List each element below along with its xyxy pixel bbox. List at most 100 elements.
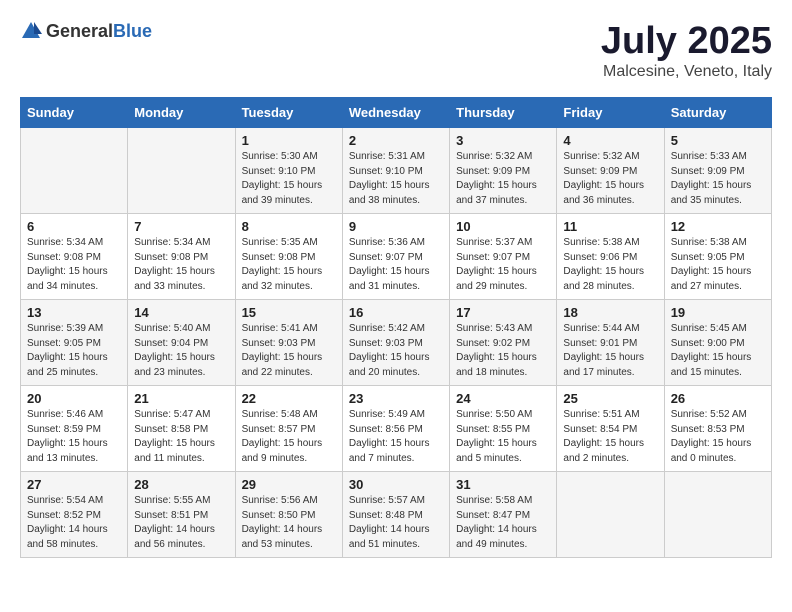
calendar-cell: 29 Sunrise: 5:56 AM Sunset: 8:50 PM Dayli… bbox=[235, 472, 342, 558]
day-detail: Sunrise: 5:35 AM Sunset: 9:08 PM Dayligh… bbox=[242, 236, 336, 294]
logo-text-general: General bbox=[46, 21, 113, 41]
calendar-cell: 11Sunrise: 5:38 AM Sunset: 9:06 PM Dayli… bbox=[557, 214, 664, 300]
day-detail: Sunrise: 5:30 AM Sunset: 9:10 PM Dayligh… bbox=[242, 150, 336, 208]
day-number: 16 bbox=[349, 305, 443, 320]
day-number: 7 bbox=[134, 219, 228, 234]
calendar-cell: 13 Sunrise: 5:39 AM Sunset: 9:05 PM Dayli… bbox=[21, 300, 128, 386]
day-number: 31 bbox=[456, 477, 550, 492]
day-detail: Sunrise: 5:31 AM Sunset: 9:10 PM Dayligh… bbox=[349, 150, 443, 208]
day-number: 18 bbox=[563, 305, 657, 320]
day-number: 21 bbox=[134, 391, 228, 406]
day-number: 27 bbox=[27, 477, 121, 492]
day-number: 28 bbox=[134, 477, 228, 492]
calendar-subtitle: Malcesine, Veneto, Italy bbox=[601, 63, 772, 81]
calendar-cell: 7 Sunrise: 5:34 AM Sunset: 9:08 PM Daylig… bbox=[128, 214, 235, 300]
calendar-cell: 27 Sunrise: 5:54 AM Sunset: 8:52 PM Dayli… bbox=[21, 472, 128, 558]
calendar-cell: 17Sunrise: 5:43 AM Sunset: 9:02 PM Dayli… bbox=[450, 300, 557, 386]
day-number: 11 bbox=[563, 219, 657, 234]
logo: GeneralBlue bbox=[20, 20, 152, 42]
day-detail: Sunrise: 5:54 AM Sunset: 8:52 PM Dayligh… bbox=[27, 494, 121, 552]
calendar-cell: 1 Sunrise: 5:30 AM Sunset: 9:10 PM Daylig… bbox=[235, 128, 342, 214]
day-detail: Sunrise: 5:32 AM Sunset: 9:09 PM Dayligh… bbox=[456, 150, 550, 208]
calendar-cell: 12 Sunrise: 5:38 AM Sunset: 9:05 PM Dayli… bbox=[664, 214, 771, 300]
day-number: 15 bbox=[242, 305, 336, 320]
calendar-table: SundayMondayTuesdayWednesdayThursdayFrid… bbox=[20, 97, 772, 558]
calendar-cell: 23 Sunrise: 5:49 AM Sunset: 8:56 PM Dayli… bbox=[342, 386, 449, 472]
day-number: 3 bbox=[456, 133, 550, 148]
week-row-3: 13 Sunrise: 5:39 AM Sunset: 9:05 PM Dayli… bbox=[21, 300, 772, 386]
day-detail: Sunrise: 5:45 AM Sunset: 9:00 PM Dayligh… bbox=[671, 322, 765, 380]
calendar-cell: 25 Sunrise: 5:51 AM Sunset: 8:54 PM Dayli… bbox=[557, 386, 664, 472]
calendar-cell: 24 Sunrise: 5:50 AM Sunset: 8:55 PM Dayli… bbox=[450, 386, 557, 472]
day-detail: Sunrise: 5:48 AM Sunset: 8:57 PM Dayligh… bbox=[242, 408, 336, 466]
calendar-title: July 2025 bbox=[601, 20, 772, 63]
calendar-cell: 16 Sunrise: 5:42 AM Sunset: 9:03 PM Dayli… bbox=[342, 300, 449, 386]
weekday-header-monday: Monday bbox=[128, 98, 235, 128]
day-detail: Sunrise: 5:56 AM Sunset: 8:50 PM Dayligh… bbox=[242, 494, 336, 552]
day-number: 30 bbox=[349, 477, 443, 492]
day-detail: Sunrise: 5:34 AM Sunset: 9:08 PM Dayligh… bbox=[134, 236, 228, 294]
day-number: 10 bbox=[456, 219, 550, 234]
day-number: 19 bbox=[671, 305, 765, 320]
day-detail: Sunrise: 5:58 AM Sunset: 8:47 PM Dayligh… bbox=[456, 494, 550, 552]
day-detail: Sunrise: 5:47 AM Sunset: 8:58 PM Dayligh… bbox=[134, 408, 228, 466]
calendar-cell: 21 Sunrise: 5:47 AM Sunset: 8:58 PM Dayli… bbox=[128, 386, 235, 472]
day-number: 4 bbox=[563, 133, 657, 148]
day-detail: Sunrise: 5:43 AM Sunset: 9:02 PM Dayligh… bbox=[456, 322, 550, 380]
day-detail: Sunrise: 5:52 AM Sunset: 8:53 PM Dayligh… bbox=[671, 408, 765, 466]
day-number: 1 bbox=[242, 133, 336, 148]
page-header: GeneralBlue July 2025 Malcesine, Veneto,… bbox=[20, 20, 772, 81]
calendar-cell bbox=[128, 128, 235, 214]
week-row-5: 27 Sunrise: 5:54 AM Sunset: 8:52 PM Dayli… bbox=[21, 472, 772, 558]
day-detail: Sunrise: 5:55 AM Sunset: 8:51 PM Dayligh… bbox=[134, 494, 228, 552]
calendar-cell: 2 Sunrise: 5:31 AM Sunset: 9:10 PM Daylig… bbox=[342, 128, 449, 214]
week-row-4: 20Sunrise: 5:46 AM Sunset: 8:59 PM Dayli… bbox=[21, 386, 772, 472]
day-number: 2 bbox=[349, 133, 443, 148]
weekday-header-wednesday: Wednesday bbox=[342, 98, 449, 128]
calendar-cell: 14Sunrise: 5:40 AM Sunset: 9:04 PM Dayli… bbox=[128, 300, 235, 386]
calendar-cell: 4 Sunrise: 5:32 AM Sunset: 9:09 PM Daylig… bbox=[557, 128, 664, 214]
day-detail: Sunrise: 5:42 AM Sunset: 9:03 PM Dayligh… bbox=[349, 322, 443, 380]
calendar-cell: 6Sunrise: 5:34 AM Sunset: 9:08 PM Daylig… bbox=[21, 214, 128, 300]
calendar-cell: 31 Sunrise: 5:58 AM Sunset: 8:47 PM Dayli… bbox=[450, 472, 557, 558]
logo-icon bbox=[20, 20, 42, 42]
day-number: 5 bbox=[671, 133, 765, 148]
calendar-cell: 5 Sunrise: 5:33 AM Sunset: 9:09 PM Daylig… bbox=[664, 128, 771, 214]
weekday-header-friday: Friday bbox=[557, 98, 664, 128]
day-detail: Sunrise: 5:49 AM Sunset: 8:56 PM Dayligh… bbox=[349, 408, 443, 466]
calendar-cell: 28 Sunrise: 5:55 AM Sunset: 8:51 PM Dayli… bbox=[128, 472, 235, 558]
day-detail: Sunrise: 5:41 AM Sunset: 9:03 PM Dayligh… bbox=[242, 322, 336, 380]
day-detail: Sunrise: 5:40 AM Sunset: 9:04 PM Dayligh… bbox=[134, 322, 228, 380]
day-number: 24 bbox=[456, 391, 550, 406]
logo-text-blue: Blue bbox=[113, 21, 152, 41]
week-row-1: 1 Sunrise: 5:30 AM Sunset: 9:10 PM Daylig… bbox=[21, 128, 772, 214]
title-area: July 2025 Malcesine, Veneto, Italy bbox=[601, 20, 772, 81]
day-detail: Sunrise: 5:46 AM Sunset: 8:59 PM Dayligh… bbox=[27, 408, 121, 466]
calendar-cell: 19 Sunrise: 5:45 AM Sunset: 9:00 PM Dayli… bbox=[664, 300, 771, 386]
day-detail: Sunrise: 5:33 AM Sunset: 9:09 PM Dayligh… bbox=[671, 150, 765, 208]
calendar-cell: 15 Sunrise: 5:41 AM Sunset: 9:03 PM Dayli… bbox=[235, 300, 342, 386]
weekday-header-sunday: Sunday bbox=[21, 98, 128, 128]
day-number: 26 bbox=[671, 391, 765, 406]
calendar-cell: 10 Sunrise: 5:37 AM Sunset: 9:07 PM Dayli… bbox=[450, 214, 557, 300]
calendar-cell: 9Sunrise: 5:36 AM Sunset: 9:07 PM Daylig… bbox=[342, 214, 449, 300]
day-detail: Sunrise: 5:32 AM Sunset: 9:09 PM Dayligh… bbox=[563, 150, 657, 208]
day-number: 13 bbox=[27, 305, 121, 320]
day-detail: Sunrise: 5:37 AM Sunset: 9:07 PM Dayligh… bbox=[456, 236, 550, 294]
day-number: 29 bbox=[242, 477, 336, 492]
day-detail: Sunrise: 5:39 AM Sunset: 9:05 PM Dayligh… bbox=[27, 322, 121, 380]
day-detail: Sunrise: 5:51 AM Sunset: 8:54 PM Dayligh… bbox=[563, 408, 657, 466]
day-detail: Sunrise: 5:38 AM Sunset: 9:05 PM Dayligh… bbox=[671, 236, 765, 294]
day-number: 25 bbox=[563, 391, 657, 406]
calendar-cell: 8 Sunrise: 5:35 AM Sunset: 9:08 PM Daylig… bbox=[235, 214, 342, 300]
weekday-header-tuesday: Tuesday bbox=[235, 98, 342, 128]
calendar-cell: 18Sunrise: 5:44 AM Sunset: 9:01 PM Dayli… bbox=[557, 300, 664, 386]
day-number: 12 bbox=[671, 219, 765, 234]
calendar-cell: 26 Sunrise: 5:52 AM Sunset: 8:53 PM Dayli… bbox=[664, 386, 771, 472]
week-row-2: 6Sunrise: 5:34 AM Sunset: 9:08 PM Daylig… bbox=[21, 214, 772, 300]
day-detail: Sunrise: 5:50 AM Sunset: 8:55 PM Dayligh… bbox=[456, 408, 550, 466]
calendar-cell bbox=[664, 472, 771, 558]
day-number: 23 bbox=[349, 391, 443, 406]
day-number: 9 bbox=[349, 219, 443, 234]
day-number: 8 bbox=[242, 219, 336, 234]
